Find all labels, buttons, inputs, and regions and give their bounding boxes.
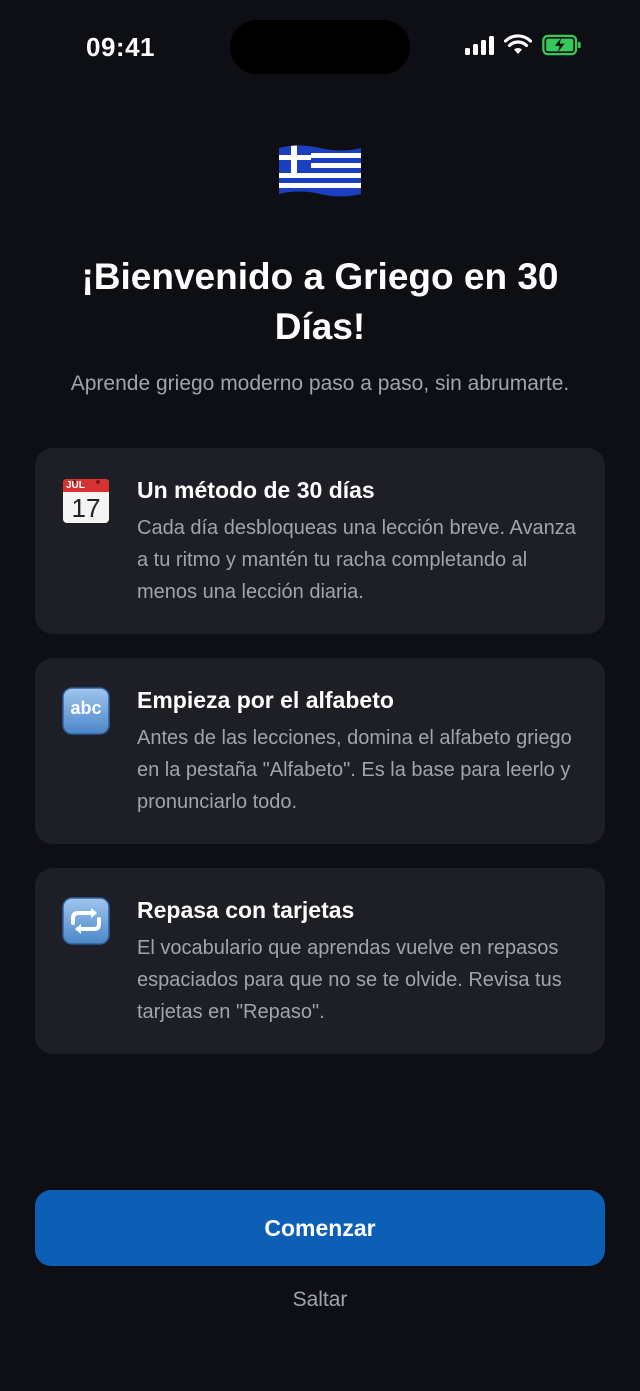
feature-card-30-days: JUL 17 Un método de 30 días Cada día des… <box>35 448 605 634</box>
start-button[interactable]: Comenzar <box>35 1190 605 1266</box>
card-body: Cada día desbloqueas una lección breve. … <box>137 517 576 603</box>
battery-charging-icon <box>542 34 581 56</box>
abc-icon-text: abc <box>70 698 102 718</box>
greece-flag-icon <box>277 142 363 200</box>
abc-icon: abc <box>61 686 111 736</box>
calendar-icon-day: 17 <box>71 493 101 523</box>
welcome-screen: 09:41 ¡Bienvenido a Griego en 30 Días! A… <box>0 0 640 1391</box>
status-bar: 09:41 <box>0 0 640 96</box>
card-body: El vocabulario que aprendas vuelve en re… <box>137 937 562 1023</box>
repeat-icon <box>61 896 111 946</box>
dynamic-island <box>230 20 410 74</box>
page-title: ¡Bienvenido a Griego en 30 Días! <box>81 256 559 347</box>
calendar-icon: JUL 17 <box>61 476 111 526</box>
calendar-icon-month: JUL <box>66 480 85 491</box>
feature-card-alphabet: abc Empieza por el alfabeto Antes de las… <box>35 658 605 844</box>
card-title: Repasa con tarjetas <box>137 897 355 923</box>
page-subtitle: Aprende griego moderno paso a paso, sin … <box>70 372 570 395</box>
card-title: Un método de 30 días <box>137 477 375 503</box>
card-title: Empieza por el alfabeto <box>137 687 394 713</box>
card-body: Antes de las lecciones, domina el alfabe… <box>137 727 572 813</box>
cellular-signal-icon <box>465 35 494 55</box>
feature-card-flashcards: Repasa con tarjetas El vocabulario que a… <box>35 868 605 1054</box>
skip-button[interactable]: Saltar <box>220 1282 420 1318</box>
status-icons <box>465 34 582 56</box>
wifi-icon <box>504 34 532 54</box>
status-time: 09:41 <box>86 32 155 62</box>
